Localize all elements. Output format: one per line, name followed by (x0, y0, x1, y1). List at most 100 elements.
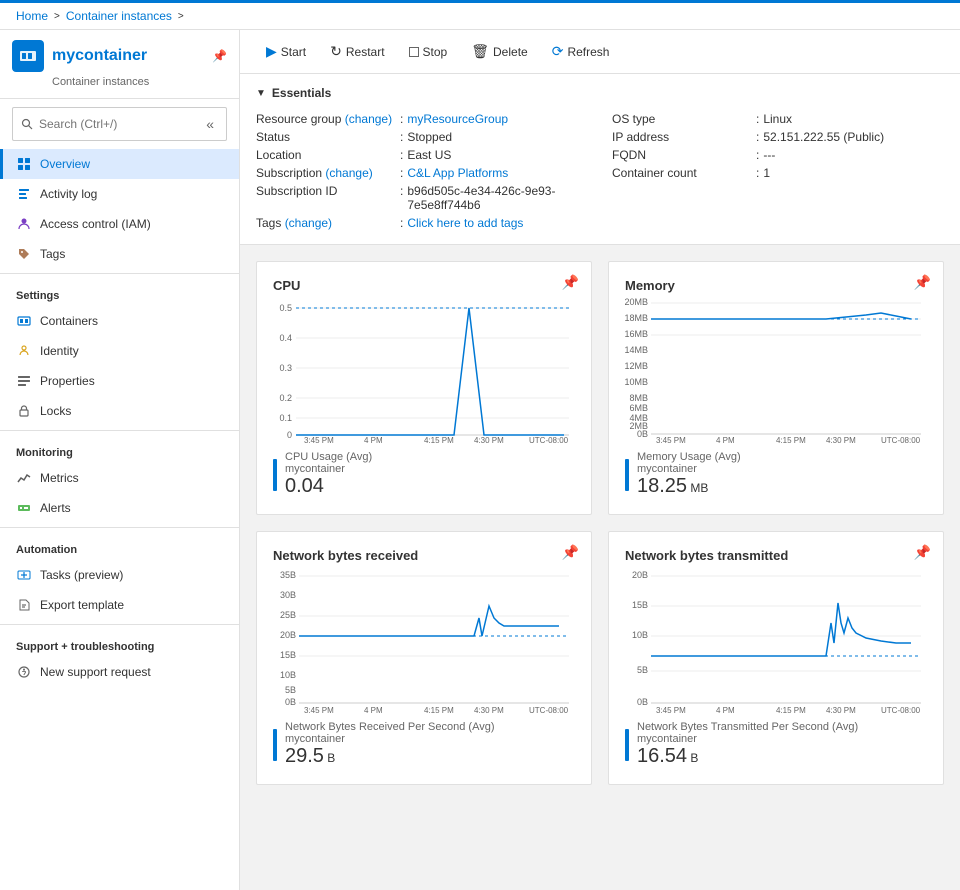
sidebar-item-containers-label: Containers (40, 314, 98, 328)
tags-label: Tags (change) (256, 216, 396, 230)
delete-button[interactable]: 🗑 Delete (461, 38, 537, 65)
identity-icon (16, 343, 32, 359)
start-button[interactable]: ▶ Start (256, 38, 316, 65)
network-recv-chart-footer: Network Bytes Received Per Second (Avg) … (273, 721, 575, 768)
svg-text:4:30 PM: 4:30 PM (474, 706, 504, 713)
essentials-row-location: Location : East US (256, 146, 588, 164)
network-trans-chart-container: 20B 15B 10B 5B 0B (625, 563, 927, 713)
export-icon (16, 597, 32, 613)
sidebar-item-support[interactable]: New support request (0, 657, 239, 687)
alerts-icon (16, 500, 32, 516)
cpu-chart-pin[interactable]: 📌 (562, 274, 579, 291)
sidebar-resource-name: mycontainer (52, 47, 147, 65)
svg-text:4 PM: 4 PM (364, 706, 383, 713)
sidebar-item-tasks[interactable]: Tasks (preview) (0, 560, 239, 590)
restart-button[interactable]: ↻ Restart (320, 38, 394, 65)
sidebar-item-export-label: Export template (40, 598, 124, 612)
cpu-chart-card: CPU 📌 0.5 0.4 0.3 0.2 0.1 0 (256, 261, 592, 515)
pin-icon[interactable]: 📌 (212, 49, 227, 63)
sidebar-item-metrics[interactable]: Metrics (0, 463, 239, 493)
svg-text:4:15 PM: 4:15 PM (424, 436, 454, 443)
svg-text:3:45 PM: 3:45 PM (656, 706, 686, 713)
network-trans-legend-sublabel: mycontainer (637, 733, 858, 745)
refresh-button[interactable]: ⟳ Refresh (542, 38, 620, 65)
svg-text:5B: 5B (637, 665, 648, 675)
svg-text:20MB: 20MB (625, 297, 648, 307)
rg-label: Resource group (change) (256, 112, 396, 126)
sidebar-item-containers[interactable]: Containers (0, 306, 239, 336)
svg-text:4 PM: 4 PM (716, 436, 735, 443)
network-recv-value: 29.5 (285, 745, 324, 767)
svg-text:15B: 15B (280, 650, 296, 660)
memory-legend-sublabel: mycontainer (637, 463, 741, 475)
network-recv-chart-pin[interactable]: 📌 (562, 544, 579, 561)
collapse-sidebar-button[interactable]: « (202, 112, 218, 136)
network-recv-chart-container: 35B 30B 25B 20B 15B 10B 5B 0B (273, 563, 575, 713)
sidebar-item-properties[interactable]: Properties (0, 366, 239, 396)
svg-text:4:15 PM: 4:15 PM (424, 706, 454, 713)
sidebar-resource-type: Container instances (52, 76, 227, 88)
refresh-icon: ⟳ (552, 43, 564, 60)
status-value: Stopped (407, 130, 452, 144)
properties-icon (16, 373, 32, 389)
sidebar-item-export[interactable]: Export template (0, 590, 239, 620)
sub-change-link[interactable]: (change) (325, 166, 372, 180)
essentials-header[interactable]: ▼ Essentials (256, 86, 944, 100)
network-recv-chart-title: Network bytes received (273, 548, 418, 563)
svg-text:0: 0 (287, 430, 292, 440)
network-trans-value-display: 16.54 B (637, 745, 858, 768)
svg-text:4 PM: 4 PM (716, 706, 735, 713)
sidebar-item-tags[interactable]: Tags (0, 239, 239, 269)
stop-button[interactable]: Stop (399, 40, 458, 64)
breadcrumb-sep1: > (54, 11, 60, 22)
svg-text:0.5: 0.5 (279, 303, 292, 313)
svg-text:4:30 PM: 4:30 PM (474, 436, 504, 443)
ip-label: IP address (612, 130, 752, 144)
sidebar-item-activity-log[interactable]: Activity log (0, 179, 239, 209)
network-trans-chart-title: Network bytes transmitted (625, 548, 788, 563)
memory-legend-label: Memory Usage (Avg) (637, 451, 741, 463)
svg-text:20B: 20B (280, 630, 296, 640)
memory-chart-pin[interactable]: 📌 (914, 274, 931, 291)
sidebar-item-activity-log-label: Activity log (40, 187, 97, 201)
breadcrumb-container-instances[interactable]: Container instances (66, 9, 172, 23)
svg-text:15B: 15B (632, 600, 648, 610)
sidebar-item-alerts-label: Alerts (40, 501, 71, 515)
search-input[interactable] (39, 117, 196, 131)
breadcrumb-home[interactable]: Home (16, 9, 48, 23)
network-trans-chart-card: Network bytes transmitted 📌 20B 15B 10B … (608, 531, 944, 785)
cpu-value: 0.04 (285, 475, 324, 497)
sidebar-item-identity[interactable]: Identity (0, 336, 239, 366)
network-trans-legend-color (625, 729, 629, 761)
start-label: Start (281, 45, 306, 59)
sidebar-item-locks[interactable]: Locks (0, 396, 239, 426)
sidebar: mycontainer 📌 Container instances « Over… (0, 30, 240, 890)
sidebar-item-locks-label: Locks (40, 404, 71, 418)
network-recv-legend-sublabel: mycontainer (285, 733, 495, 745)
nav-divider-1 (0, 273, 239, 274)
network-trans-chart-pin[interactable]: 📌 (914, 544, 931, 561)
cpu-chart-container: 0.5 0.4 0.3 0.2 0.1 0 (273, 293, 575, 443)
tags-change-link[interactable]: (change) (285, 216, 332, 230)
sidebar-item-iam[interactable]: Access control (IAM) (0, 209, 239, 239)
sidebar-item-metrics-label: Metrics (40, 471, 79, 485)
sidebar-item-alerts[interactable]: Alerts (0, 493, 239, 523)
network-trans-chart-svg: 20B 15B 10B 5B 0B (625, 563, 927, 713)
sidebar-header: mycontainer 📌 Container instances (0, 30, 239, 99)
sidebar-search-box: « (12, 107, 227, 141)
network-trans-legend-label: Network Bytes Transmitted Per Second (Av… (637, 721, 858, 733)
network-recv-legend-label: Network Bytes Received Per Second (Avg) (285, 721, 495, 733)
subid-value: b96d505c-4e34-426c-9e93-7e5e8ff744b6 (407, 184, 588, 212)
svg-text:8MB: 8MB (629, 393, 648, 403)
location-value: East US (407, 148, 451, 162)
svg-text:14MB: 14MB (625, 345, 648, 355)
sidebar-item-overview[interactable]: Overview (0, 149, 239, 179)
overview-icon (16, 156, 32, 172)
essentials-right: OS type : Linux IP address : 52.151.222.… (612, 110, 944, 232)
rg-change-link[interactable]: (change) (345, 112, 392, 126)
svg-text:UTC-08:00: UTC-08:00 (529, 436, 569, 443)
svg-text:0B: 0B (285, 697, 296, 707)
svg-text:5B: 5B (285, 685, 296, 695)
svg-text:10B: 10B (632, 630, 648, 640)
tags-icon (16, 246, 32, 262)
